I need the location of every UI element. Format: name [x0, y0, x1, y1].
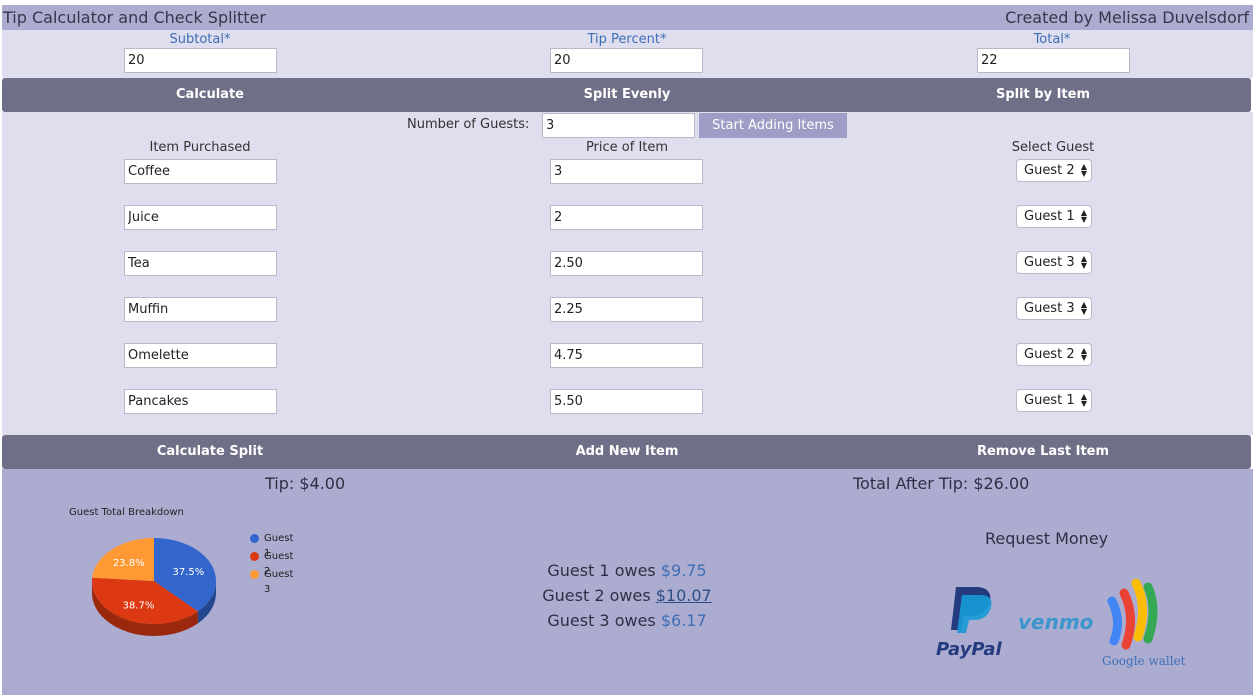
tip-amount: Tip: $4.00 [265, 474, 346, 493]
item-price-input[interactable] [550, 159, 703, 184]
calculate-split-button[interactable]: Calculate Split [60, 435, 360, 469]
item-name-input[interactable] [124, 343, 277, 368]
split-evenly-button[interactable]: Split Evenly [477, 78, 777, 112]
item-row: Guest 3 ▲▼ [2, 297, 1253, 323]
title-bar: Tip Calculator and Check Splitter Create… [2, 5, 1253, 30]
venmo-icon[interactable]: venmo [1018, 610, 1094, 634]
item-row: Guest 2 ▲▼ [2, 159, 1253, 185]
guest-select-value: Guest 1 [1024, 209, 1075, 224]
number-of-guests-input[interactable] [542, 113, 695, 138]
items-area: Number of Guests: Start Adding Items Ite… [2, 112, 1253, 435]
total-after-tip: Total After Tip: $26.00 [853, 474, 1030, 493]
tip-percent-label: Tip Percent* [587, 32, 667, 47]
google-wallet-icon[interactable]: Google wallet [1102, 579, 1186, 668]
guest-select[interactable]: Guest 2 ▲ ▼ [1016, 159, 1092, 182]
select-guest-header: Select Guest [1011, 140, 1095, 155]
owes-label: Guest 3 owes [547, 611, 656, 630]
item-row: Guest 3 ▲▼ [2, 251, 1253, 277]
google-wallet-wordmark: Google wallet [1102, 654, 1186, 668]
results-area: Tip: $4.00 Total After Tip: $26.00 Guest… [2, 469, 1253, 695]
bottom-action-bar: Calculate Split Add New Item Remove Last… [2, 435, 1251, 469]
guests-row: Number of Guests: Start Adding Items [2, 112, 1253, 138]
tip-percent-group: Tip Percent* [477, 30, 777, 73]
owes-amount: $9.75 [660, 561, 707, 580]
tip-percent-input[interactable] [550, 48, 703, 73]
guest-select[interactable]: Guest 1 ▲ ▼ [1016, 205, 1092, 228]
select-arrows-icon: ▲ ▼ [1080, 254, 1087, 270]
guest-select-value: Guest 1 [1024, 393, 1075, 408]
item-name-input[interactable] [124, 251, 277, 276]
tip-calculator-page: Tip Calculator and Check Splitter Create… [0, 0, 1256, 695]
select-arrows-icon: ▲ ▼ [1080, 392, 1087, 408]
legend-swatch [250, 570, 259, 579]
item-price-input[interactable] [550, 297, 703, 322]
select-arrows-icon: ▲ ▼ [1080, 208, 1087, 224]
subtotal-group: Subtotal* [50, 30, 350, 73]
add-new-item-button[interactable]: Add New Item [477, 435, 777, 469]
legend-swatch [250, 534, 259, 543]
paypal-icon[interactable]: PayPal [936, 587, 1003, 660]
legend-label: Guest 3 [264, 569, 294, 595]
guest-select-value: Guest 2 [1024, 163, 1075, 178]
select-arrows-icon: ▲ ▼ [1080, 300, 1087, 316]
owes-amount-link[interactable]: $10.07 [656, 586, 712, 605]
start-adding-items-button[interactable]: Start Adding Items [699, 113, 847, 138]
pie-slice-label: 23.8% [113, 558, 145, 569]
paypal-wordmark: PayPal [936, 639, 1003, 660]
select-arrows-icon: ▲ ▼ [1080, 162, 1087, 178]
guest-select[interactable]: Guest 3 ▲ ▼ [1016, 251, 1092, 274]
number-of-guests-label: Number of Guests: [407, 117, 530, 132]
item-row: Guest 1 ▲▼ [2, 389, 1253, 415]
item-name-input[interactable] [124, 159, 277, 184]
guest-breakdown-pie-chart: 37.5% 38.7% 23.8% [92, 538, 216, 636]
guest-select[interactable]: Guest 1 ▲ ▼ [1016, 389, 1092, 412]
pie-slice-label: 37.5% [172, 567, 204, 578]
item-price-input[interactable] [550, 251, 703, 276]
item-row: Guest 2 ▲▼ [2, 343, 1253, 369]
split-by-item-button[interactable]: Split by Item [893, 78, 1193, 112]
owes-row: Guest 2 owes $10.07 [527, 585, 727, 610]
owes-row: Guest 3 owes $6.17 [527, 610, 727, 635]
legend-swatch [250, 552, 259, 561]
item-price-input[interactable] [550, 389, 703, 414]
select-arrows-icon: ▲ ▼ [1080, 346, 1087, 362]
item-row: Guest 1 ▲▼ [2, 205, 1253, 231]
owes-row: Guest 1 owes $9.75 [527, 560, 727, 585]
item-price-input[interactable] [550, 343, 703, 368]
top-action-bar: Calculate Split Evenly Split by Item [2, 78, 1251, 112]
guest-select-value: Guest 3 [1024, 255, 1075, 270]
item-name-input[interactable] [124, 205, 277, 230]
owes-amount: $6.17 [660, 611, 707, 630]
item-name-input[interactable] [124, 297, 277, 322]
item-purchased-header: Item Purchased [149, 140, 251, 155]
subtotal-label: Subtotal* [169, 32, 231, 47]
item-name-input[interactable] [124, 389, 277, 414]
guest-owes-list: Guest 1 owes $9.75 Guest 2 owes $10.07 G… [527, 560, 727, 635]
calculate-button[interactable]: Calculate [60, 78, 360, 112]
chart-title: Guest Total Breakdown [69, 507, 184, 518]
guest-select-value: Guest 2 [1024, 347, 1075, 362]
app-title: Tip Calculator and Check Splitter [3, 8, 266, 27]
remove-last-item-button[interactable]: Remove Last Item [893, 435, 1193, 469]
pie-slice-label: 38.7% [123, 600, 155, 611]
total-group: Total* [902, 30, 1202, 73]
author-credit: Created by Melissa Duvelsdorf [1005, 8, 1249, 27]
subtotal-input[interactable] [124, 48, 277, 73]
guest-select[interactable]: Guest 3 ▲ ▼ [1016, 297, 1092, 320]
amount-inputs: Subtotal* Tip Percent* Total* [2, 30, 1253, 78]
owes-label: Guest 1 owes [547, 561, 656, 580]
payment-logos: PayPal venmo Google wallet [936, 579, 1186, 668]
owes-label: Guest 2 owes [542, 586, 651, 605]
guest-select[interactable]: Guest 2 ▲ ▼ [1016, 343, 1092, 366]
guest-select-value: Guest 3 [1024, 301, 1075, 316]
price-of-item-header: Price of Item [585, 140, 669, 155]
total-input[interactable] [977, 48, 1130, 73]
item-price-input[interactable] [550, 205, 703, 230]
total-label: Total* [1033, 32, 1071, 47]
request-money-title: Request Money [985, 529, 1109, 548]
